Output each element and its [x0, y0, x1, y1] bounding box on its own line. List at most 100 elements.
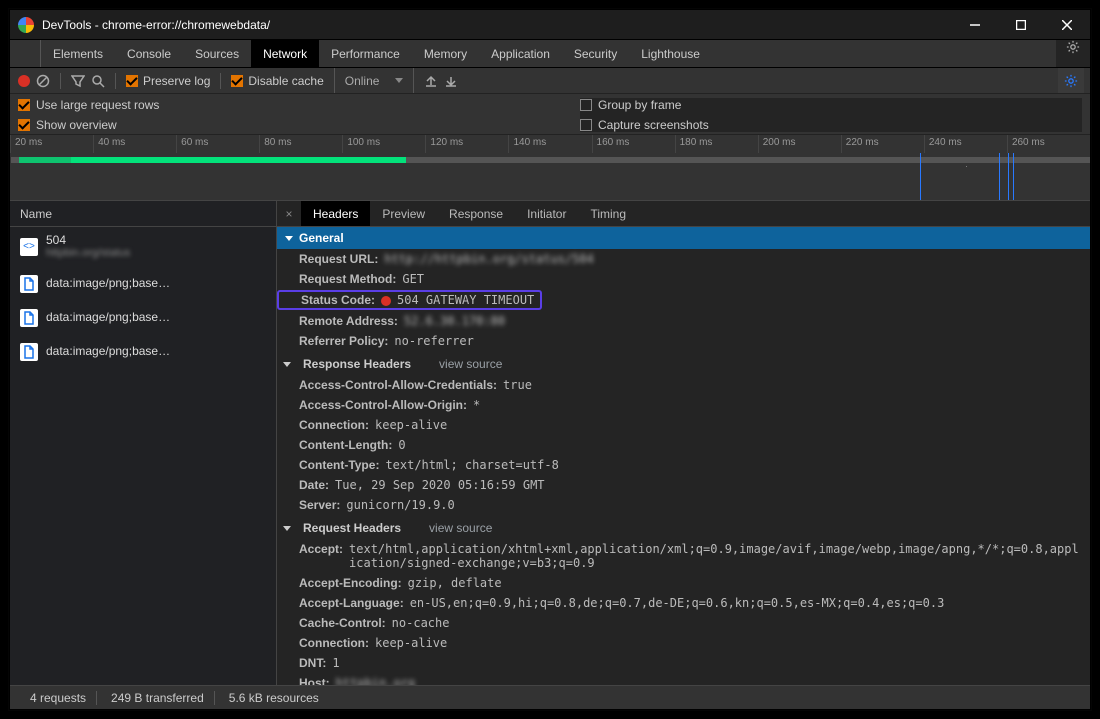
request-name: data:image/png;base… [46, 310, 170, 324]
response-headers-section[interactable]: Response Headers view source [277, 351, 1090, 375]
window-maximize-button[interactable] [998, 10, 1044, 40]
tab-sources[interactable]: Sources [183, 40, 251, 67]
header-key: Accept [299, 542, 343, 570]
header-row: Connection keep-alive [277, 633, 1090, 653]
header-value: keep-alive [375, 418, 447, 432]
header-key: DNT [299, 656, 326, 670]
window-minimize-button[interactable] [952, 10, 998, 40]
status-bar: 4 requests 249 B transferred 5.6 kB reso… [10, 685, 1090, 709]
download-har-icon[interactable] [444, 74, 458, 88]
timeline-tick: 180 ms [675, 135, 758, 153]
upload-har-icon[interactable] [424, 74, 438, 88]
header-value: 0 [398, 438, 405, 452]
request-name: data:image/png;base… [46, 344, 170, 358]
request-headers-section[interactable]: Request Headers view source [277, 515, 1090, 539]
tab-network[interactable]: Network [251, 40, 319, 67]
status-resources: 5.6 kB resources [219, 691, 329, 705]
tab-application[interactable]: Application [479, 40, 562, 67]
view-source-link[interactable]: view source [429, 521, 492, 535]
request-list-header[interactable]: Name [10, 201, 276, 227]
header-value: keep-alive [375, 636, 447, 650]
window-close-button[interactable] [1044, 10, 1090, 40]
chrome-icon [18, 17, 34, 33]
tab-performance[interactable]: Performance [319, 40, 412, 67]
remote-address-row: Remote Address 52.6.30.170:80 [277, 311, 1090, 331]
timeline-tick: 80 ms [259, 135, 342, 153]
detail-tab-headers[interactable]: Headers [301, 201, 370, 226]
settings-gear-icon[interactable] [1066, 40, 1080, 57]
show-overview-checkbox[interactable]: Show overview [18, 118, 520, 132]
network-options: Use large request rows Show overview Gro… [10, 94, 1090, 135]
status-requests: 4 requests [20, 691, 97, 705]
header-value: no-cache [392, 616, 450, 630]
tab-lighthouse[interactable]: Lighthouse [629, 40, 712, 67]
capture-screenshots-checkbox[interactable]: Capture screenshots [580, 118, 1082, 132]
header-row: Hosthttpbin.org [277, 673, 1090, 685]
network-toolbar: Preserve log Disable cache Online [10, 68, 1090, 94]
throttling-select[interactable]: Online [334, 68, 415, 93]
header-key: Connection [299, 636, 369, 650]
detail-tab-preview[interactable]: Preview [370, 201, 437, 226]
clear-icon[interactable] [36, 74, 50, 88]
close-detail-icon[interactable]: × [277, 201, 301, 226]
tab-console[interactable]: Console [115, 40, 183, 67]
header-row: Access-Control-Allow-Credentialstrue [277, 375, 1090, 395]
timeline-overview[interactable]: 20 ms40 ms60 ms80 ms100 ms120 ms140 ms16… [10, 135, 1090, 201]
request-url-row: Request URL http://httpbin.org/status/50… [277, 249, 1090, 269]
header-row: Accept-Encodinggzip, deflate [277, 573, 1090, 593]
timeline-tick: 240 ms [924, 135, 1007, 153]
timeline-tick: 60 ms [176, 135, 259, 153]
main-panel: Name <>504httpbin.org/status data:image/p… [10, 201, 1090, 685]
request-name: data:image/png;base… [46, 276, 170, 290]
header-key: Accept-Language [299, 596, 404, 610]
tab-elements[interactable]: Elements [41, 40, 115, 67]
chevron-down-icon [285, 236, 293, 241]
timeline-tick: 100 ms [342, 135, 425, 153]
status-transferred: 249 B transferred [101, 691, 215, 705]
request-row[interactable]: <>504httpbin.org/status [10, 227, 276, 267]
request-row[interactable]: data:image/png;base… [10, 335, 276, 369]
header-value: Tue, 29 Sep 2020 05:16:59 GMT [335, 478, 545, 492]
search-icon[interactable] [91, 74, 105, 88]
header-row: Connectionkeep-alive [277, 415, 1090, 435]
tab-security[interactable]: Security [562, 40, 629, 67]
disable-cache-checkbox[interactable]: Disable cache [231, 74, 323, 88]
header-key: Access-Control-Allow-Origin [299, 398, 467, 412]
header-row: DNT 1 [277, 653, 1090, 673]
header-value: 1 [332, 656, 339, 670]
preserve-log-checkbox[interactable]: Preserve log [126, 74, 210, 88]
detail-tab-timing[interactable]: Timing [578, 201, 638, 226]
timeline-tick: 40 ms [93, 135, 176, 153]
chevron-down-icon [283, 362, 291, 367]
status-error-dot-icon [381, 296, 391, 306]
request-detail-pane: × HeadersPreviewResponseInitiatorTiming … [277, 201, 1090, 685]
filter-icon[interactable] [71, 74, 85, 88]
timeline-tick: 200 ms [758, 135, 841, 153]
detail-tabs: × HeadersPreviewResponseInitiatorTiming [277, 201, 1090, 227]
request-row[interactable]: data:image/png;base… [10, 301, 276, 335]
header-value: gunicorn/19.9.0 [346, 498, 454, 512]
request-host: httpbin.org/status [46, 247, 130, 260]
detail-tab-initiator[interactable]: Initiator [515, 201, 578, 226]
large-rows-checkbox[interactable]: Use large request rows [18, 98, 520, 112]
file-icon [20, 343, 38, 361]
devtools-window: DevTools - chrome-error://chromewebdata/… [9, 9, 1091, 710]
file-icon [20, 275, 38, 293]
timeline-tick: 160 ms [592, 135, 675, 153]
header-key: Content-Length [299, 438, 392, 452]
chevron-down-icon [283, 526, 291, 531]
request-row[interactable]: data:image/png;base… [10, 267, 276, 301]
network-settings-icon[interactable] [1058, 68, 1084, 93]
timeline-marker: · [965, 161, 968, 171]
header-key: Content-Type [299, 458, 379, 472]
group-by-frame-checkbox[interactable]: Group by frame [580, 98, 1082, 112]
request-list-pane: Name <>504httpbin.org/status data:image/p… [10, 201, 277, 685]
panel-tabs: ElementsConsoleSourcesNetworkPerformance… [10, 40, 1090, 68]
status-code-row: Status Code 504 GATEWAY TIMEOUT [277, 290, 542, 310]
general-section-header[interactable]: General [277, 227, 1090, 249]
detail-tab-response[interactable]: Response [437, 201, 515, 226]
window-title: DevTools - chrome-error://chromewebdata/ [42, 18, 270, 32]
tab-memory[interactable]: Memory [412, 40, 479, 67]
view-source-link[interactable]: view source [439, 357, 502, 371]
record-button[interactable] [18, 75, 30, 87]
